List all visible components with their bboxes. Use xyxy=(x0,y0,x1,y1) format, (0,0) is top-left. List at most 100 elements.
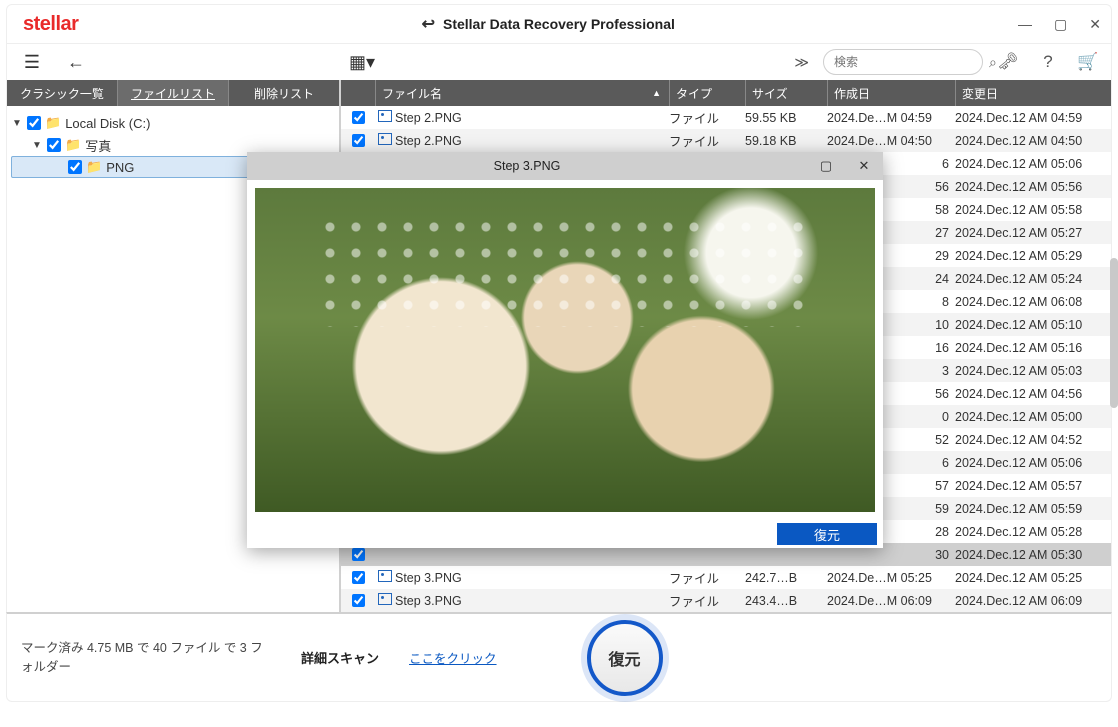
file-modified: 2024.Dec.12 AM 04:56 xyxy=(955,387,1111,401)
tree-root-label: Local Disk (C:) xyxy=(65,116,150,131)
detail-scan-link[interactable]: ここをクリック xyxy=(409,648,497,667)
file-created: 2024.De…M 04:59 xyxy=(827,111,955,125)
file-check[interactable] xyxy=(352,111,365,124)
file-modified: 2024.Dec.12 AM 06:09 xyxy=(955,594,1111,608)
minimize-icon[interactable]: — xyxy=(1018,16,1032,32)
file-check[interactable] xyxy=(352,548,365,561)
file-modified: 2024.Dec.12 AM 05:28 xyxy=(955,525,1111,539)
tree-check-photos[interactable] xyxy=(47,138,61,152)
tab-deleted[interactable]: 削除リスト xyxy=(228,80,339,106)
tree-check-root[interactable] xyxy=(27,116,41,130)
file-name: Step 3.PNG xyxy=(395,594,669,608)
file-modified: 2024.Dec.12 AM 05:03 xyxy=(955,364,1111,378)
file-header: ファイル名▲ タイプ サイズ 作成日 変更日 xyxy=(341,80,1111,106)
file-modified: 2024.Dec.12 AM 05:25 xyxy=(955,571,1111,585)
file-modified: 2024.Dec.12 AM 04:59 xyxy=(955,111,1111,125)
collapse-icon xyxy=(52,162,64,173)
file-type: ファイル xyxy=(669,108,745,127)
file-size: 242.7…B xyxy=(745,571,827,585)
file-check[interactable] xyxy=(352,594,365,607)
file-row[interactable]: Step 2.PNGファイル59.18 KB2024.De…M 04:50202… xyxy=(341,129,1111,152)
file-modified: 2024.Dec.12 AM 05:00 xyxy=(955,410,1111,424)
recover-button[interactable]: 復元 xyxy=(587,620,663,696)
titlebar: stellar ↩ Stellar Data Recovery Professi… xyxy=(6,4,1112,44)
file-name: Step 2.PNG xyxy=(395,111,669,125)
file-type: ファイル xyxy=(669,568,745,587)
preview-close-icon[interactable]: ✕ xyxy=(845,152,883,180)
file-name: Step 3.PNG xyxy=(395,571,669,585)
view-tabs: クラシック一覧 ファイルリスト 削除リスト xyxy=(7,80,339,106)
bottom-bar: マーク済み 4.75 MB で 40 ファイル で 3 フォルダー 詳細スキャン… xyxy=(6,612,1112,702)
collapse-icon[interactable]: ▼ xyxy=(31,140,43,151)
file-created: 2024.De…M 04:50 xyxy=(827,134,955,148)
app-logo: stellar xyxy=(23,13,78,36)
file-modified: 2024.Dec.12 AM 05:56 xyxy=(955,180,1111,194)
view-grid-icon[interactable]: ▦▾ xyxy=(345,48,379,76)
file-check[interactable] xyxy=(352,134,365,147)
file-created: 30 xyxy=(827,548,955,562)
file-modified: 2024.Dec.12 AM 05:24 xyxy=(955,272,1111,286)
tab-classic[interactable]: クラシック一覧 xyxy=(7,80,117,106)
scrollbar[interactable] xyxy=(1110,258,1118,408)
file-modified: 2024.Dec.12 AM 05:06 xyxy=(955,157,1111,171)
more-icon[interactable]: ≫ xyxy=(790,54,813,71)
file-modified: 2024.Dec.12 AM 05:57 xyxy=(955,479,1111,493)
search-field[interactable]: ⌕ xyxy=(823,49,983,75)
collapse-icon[interactable]: ▼ xyxy=(11,118,23,129)
file-modified: 2024.Dec.12 AM 05:10 xyxy=(955,318,1111,332)
maximize-icon[interactable]: ▢ xyxy=(1054,16,1067,33)
file-modified: 2024.Dec.12 AM 05:06 xyxy=(955,456,1111,470)
preview-maximize-icon[interactable]: ▢ xyxy=(807,152,845,180)
file-modified: 2024.Dec.12 AM 04:52 xyxy=(955,433,1111,447)
help-icon[interactable]: ? xyxy=(1033,52,1063,72)
col-type[interactable]: タイプ xyxy=(669,80,745,106)
file-modified: 2024.Dec.12 AM 05:29 xyxy=(955,249,1111,263)
window-title-area: ↩ Stellar Data Recovery Professional xyxy=(78,14,1018,34)
col-modified[interactable]: 変更日 xyxy=(955,80,1111,106)
file-type: ファイル xyxy=(669,591,745,610)
preview-window: Step 3.PNG ▢ ✕ 復元 xyxy=(247,152,883,548)
sort-asc-icon: ▲ xyxy=(652,88,661,98)
tree-png-label: PNG xyxy=(106,160,134,175)
tree-photos-label: 写真 xyxy=(85,136,111,155)
file-type: ファイル xyxy=(669,131,745,150)
close-icon[interactable]: ✕ xyxy=(1089,16,1101,33)
file-modified: 2024.Dec.12 AM 05:30 xyxy=(955,548,1111,562)
back-icon[interactable]: ↩ xyxy=(422,14,435,34)
search-input[interactable] xyxy=(834,55,989,69)
folder-icon: 📁 xyxy=(86,159,102,175)
file-size: 59.55 KB xyxy=(745,111,827,125)
preview-title: Step 3.PNG xyxy=(247,159,807,173)
file-row[interactable]: Step 2.PNGファイル59.55 KB2024.De…M 04:59202… xyxy=(341,106,1111,129)
file-row[interactable]: Step 3.PNGファイル243.4…B2024.De…M 06:092024… xyxy=(341,589,1111,612)
file-check[interactable] xyxy=(352,571,365,584)
key-icon[interactable]: 🗝 xyxy=(993,52,1023,72)
preview-titlebar[interactable]: Step 3.PNG ▢ ✕ xyxy=(247,152,883,180)
folder-icon: 📁 xyxy=(65,137,81,153)
image-file-icon xyxy=(375,570,395,585)
preview-image xyxy=(255,188,875,512)
image-file-icon xyxy=(375,133,395,148)
file-modified: 2024.Dec.12 AM 05:16 xyxy=(955,341,1111,355)
file-created: 2024.De…M 06:09 xyxy=(827,594,955,608)
file-modified: 2024.Dec.12 AM 05:58 xyxy=(955,203,1111,217)
window-title: Stellar Data Recovery Professional xyxy=(443,16,675,32)
tree-check-png[interactable] xyxy=(68,160,82,174)
col-size[interactable]: サイズ xyxy=(745,80,827,106)
cart-icon[interactable]: 🛒 xyxy=(1073,52,1103,72)
file-modified: 2024.Dec.12 AM 04:50 xyxy=(955,134,1111,148)
file-size: 59.18 KB xyxy=(745,134,827,148)
tab-filelist[interactable]: ファイルリスト xyxy=(117,80,228,106)
col-name[interactable]: ファイル名▲ xyxy=(375,80,669,106)
col-created[interactable]: 作成日 xyxy=(827,80,955,106)
hamburger-icon[interactable]: ☰ xyxy=(15,48,49,76)
file-name: Step 2.PNG xyxy=(395,134,669,148)
nav-back-icon[interactable]: ← xyxy=(59,48,93,76)
file-row[interactable]: Step 3.PNGファイル242.7…B2024.De…M 05:252024… xyxy=(341,566,1111,589)
file-created: 2024.De…M 05:25 xyxy=(827,571,955,585)
preview-recover-button[interactable]: 復元 xyxy=(777,523,877,545)
folder-icon: 📁 xyxy=(45,115,61,131)
image-file-icon xyxy=(375,110,395,125)
tree-root[interactable]: ▼ 📁 Local Disk (C:) xyxy=(11,112,335,134)
toolbar: ☰ ← ▦▾ ≫ ⌕ 🗝 ? 🛒 xyxy=(6,44,1112,80)
